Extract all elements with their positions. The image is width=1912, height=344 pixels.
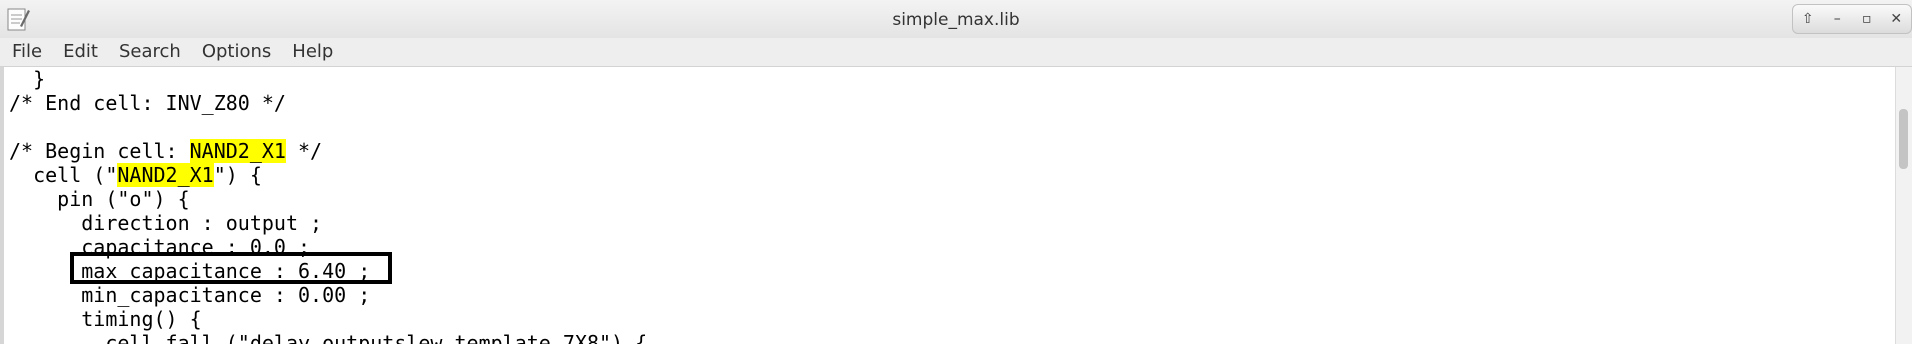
code-line: direction : output ; [9,211,323,235]
code-line: cell_fall ("delay_outputslew_template_7X… [9,331,648,344]
menu-options[interactable]: Options [195,38,278,66]
restore-icon[interactable]: ▫ [1856,8,1878,30]
window-controls: ⇧ – ▫ ✕ [1792,4,1912,34]
maximize-up-icon[interactable]: ⇧ [1797,8,1819,30]
search-highlight: NAND2_X1 [117,163,214,187]
vertical-scrollbar[interactable] [1895,67,1912,344]
highlight-annotation-box [70,252,392,284]
code-line: timing() { [9,307,202,331]
menu-edit[interactable]: Edit [56,38,105,66]
menu-file[interactable]: File [5,38,49,66]
window-title: simple_max.lib [892,10,1020,30]
minimize-icon[interactable]: – [1826,8,1848,30]
text-editor-area[interactable]: }/* End cell: INV_Z80 */ /* Begin cell: N… [0,67,1896,344]
close-icon[interactable]: ✕ [1885,8,1907,30]
code-line: cell ("NAND2_X1") { [9,163,262,187]
search-highlight: NAND2_X1 [189,139,286,163]
code-line: min_capacitance : 0.00 ; [9,283,371,307]
scrollbar-thumb[interactable] [1899,109,1908,169]
code-line: /* End cell: INV_Z80 */ [9,91,286,115]
code-line: } [9,67,46,91]
title-bar: simple_max.lib ⇧ – ▫ ✕ [0,0,1912,39]
code-line: pin ("o") { [9,187,190,211]
menu-help[interactable]: Help [285,38,340,66]
code-line: /* Begin cell: NAND2_X1 */ [9,139,323,163]
code-lines: }/* End cell: INV_Z80 */ /* Begin cell: N… [9,67,647,344]
menu-bar: File Edit Search Options Help [0,38,1912,67]
menu-search[interactable]: Search [112,38,188,66]
